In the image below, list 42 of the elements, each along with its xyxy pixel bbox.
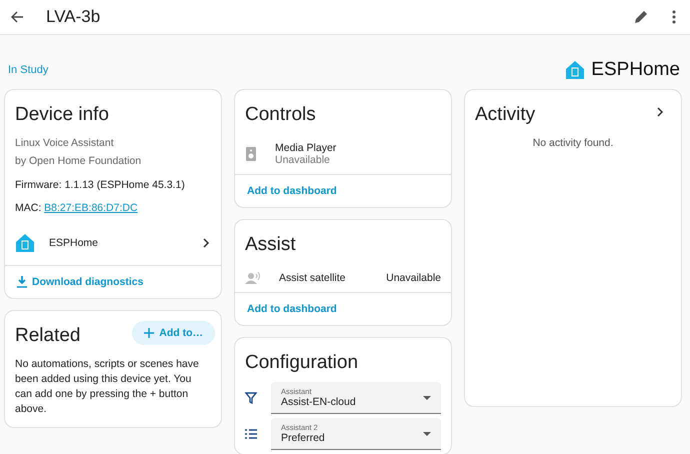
device-model: Linux Voice Assistant xyxy=(14,136,115,151)
entity-state: Unavailable xyxy=(386,272,441,284)
mac-label: MAC: xyxy=(15,202,42,214)
card-title: Related xyxy=(14,324,82,348)
card-title: Controls xyxy=(244,103,317,127)
more-vertical-icon xyxy=(672,10,676,24)
download-icon xyxy=(17,276,27,288)
house-logo-icon xyxy=(565,60,586,80)
filter-icon xyxy=(245,392,257,404)
page-title: LVA-3b xyxy=(46,7,102,27)
brand-name: ESPHome xyxy=(591,59,680,81)
download-diagnostics-link[interactable]: Download diagnostics xyxy=(17,276,144,288)
back-arrow-icon xyxy=(10,10,24,24)
card-title: Device info xyxy=(14,103,110,127)
entity-name[interactable]: Media Player xyxy=(275,142,336,154)
chevron-right-icon[interactable] xyxy=(655,107,665,117)
card-title: Activity xyxy=(474,103,536,127)
device-manufacturer: by Open Home Foundation xyxy=(14,154,142,169)
plus-icon xyxy=(144,328,154,338)
mac-link[interactable]: B8:27:EB:86:D7:DC xyxy=(44,202,138,214)
speaker-icon xyxy=(245,147,257,161)
edit-button[interactable] xyxy=(632,8,650,26)
entity-name[interactable]: Assist satellite xyxy=(279,272,376,284)
menu-button[interactable] xyxy=(670,8,678,26)
related-empty-text: No automations, scripts or scenes have been added using this device yet. You can add one by pressing the + button above. xyxy=(14,357,200,417)
area-link[interactable]: In Study xyxy=(8,64,48,76)
chevron-right-icon[interactable] xyxy=(201,238,211,248)
house-logo-icon xyxy=(15,233,35,253)
entity-state: Unavailable xyxy=(275,154,331,166)
dropdown-caret-icon xyxy=(423,432,431,436)
person-voice-icon xyxy=(245,272,261,284)
pencil-icon xyxy=(634,10,648,24)
firmware-text: Firmware: 1.1.13 (ESPHome 45.3.1) xyxy=(14,178,186,193)
add-to-button[interactable]: Add to… xyxy=(132,321,215,345)
dropdown-caret-icon xyxy=(423,396,431,400)
card-title: Assist xyxy=(244,233,297,257)
no-activity-text: No activity found. xyxy=(532,136,614,151)
card-title: Configuration xyxy=(244,351,360,375)
add-to-dashboard-link[interactable]: Add to dashboard xyxy=(247,185,337,197)
integration-name[interactable]: ESPHome xyxy=(49,237,191,249)
list-icon xyxy=(245,429,257,439)
add-to-dashboard-link[interactable]: Add to dashboard xyxy=(247,303,337,315)
